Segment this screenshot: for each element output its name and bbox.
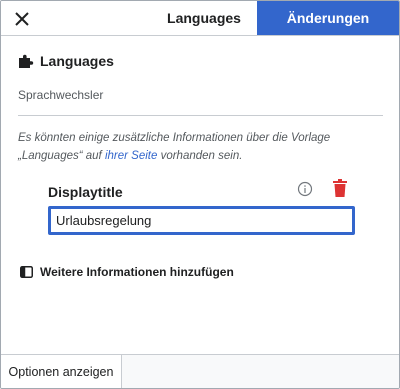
add-more-label: Weitere Informationen hinzufügen — [40, 265, 234, 279]
dialog-title: Languages — [167, 10, 241, 26]
dialog-body: Languages Sprachwechsler Es könnten eini… — [1, 36, 399, 354]
note-suffix: vorhanden sein. — [157, 150, 243, 162]
divider — [18, 115, 383, 116]
parameter-label: Displaytitle — [48, 184, 123, 200]
trash-icon[interactable] — [332, 179, 348, 197]
template-dialog: Languages Änderungen speichern Languages… — [0, 0, 400, 389]
info-icon[interactable] — [297, 181, 313, 197]
close-button[interactable] — [9, 6, 35, 32]
displaytitle-input[interactable] — [48, 206, 355, 235]
template-name: Languages — [40, 53, 114, 69]
template-page-link[interactable]: ihrer Seite — [105, 150, 157, 162]
save-changes-button[interactable]: Änderungen speichern — [257, 1, 399, 60]
show-options-button[interactable]: Optionen anzeigen — [1, 355, 122, 388]
add-more-info-button[interactable]: Weitere Informationen hinzufügen — [20, 265, 234, 279]
sidebar-icon — [20, 266, 33, 278]
dialog-footer: Optionen anzeigen — [1, 354, 399, 388]
template-heading: Languages — [18, 53, 114, 69]
puzzle-icon — [19, 54, 34, 68]
template-description: Sprachwechsler — [18, 88, 104, 102]
close-icon — [15, 12, 29, 26]
template-info-note: Es könnten einige zusätzliche Informatio… — [18, 129, 388, 165]
dialog-header: Languages Änderungen speichern — [1, 1, 399, 60]
